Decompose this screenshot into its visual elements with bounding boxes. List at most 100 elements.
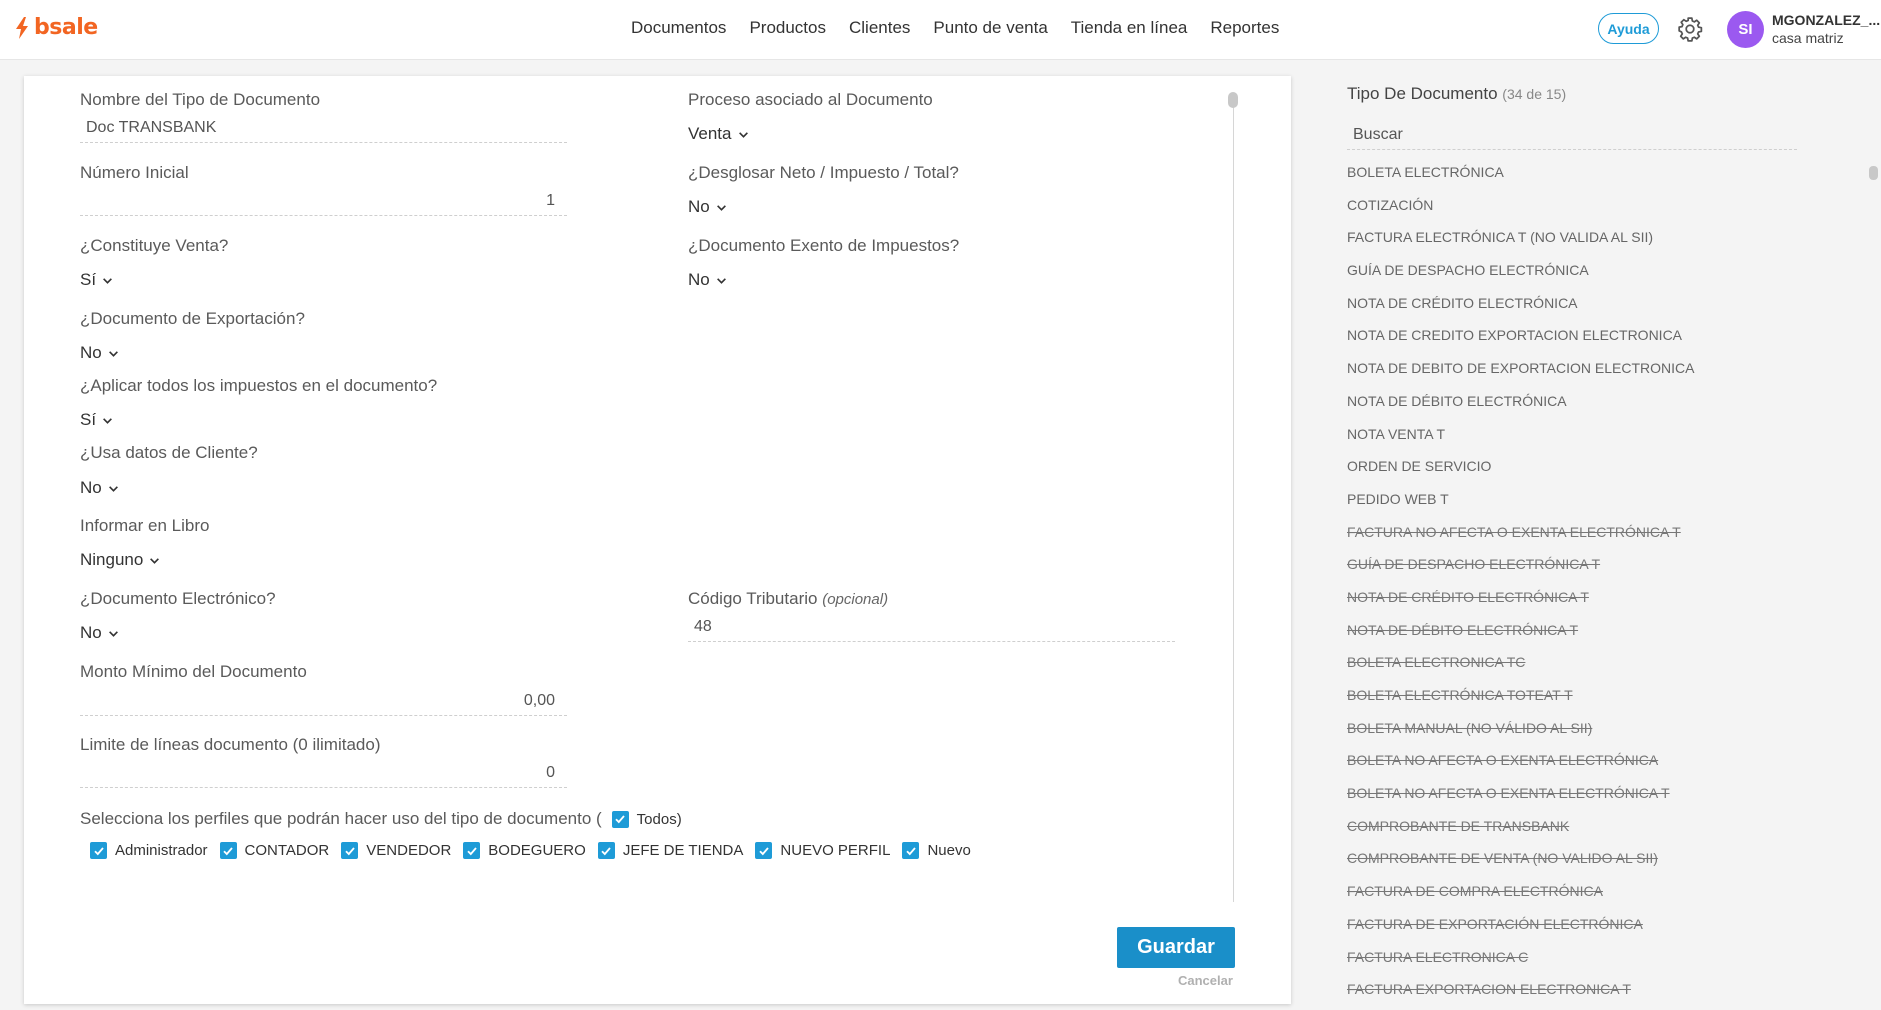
checkbox[interactable] (90, 842, 107, 859)
perfil-jefe-de-tienda[interactable]: JEFE DE TIENDA (597, 842, 743, 859)
list-item[interactable]: NOTA DE CREDITO EXPORTACION ELECTRONICA (1347, 325, 1694, 358)
chevron-down-icon (108, 350, 118, 357)
impuestos-select[interactable]: Sí (80, 410, 113, 430)
perfil-label: CONTADOR (244, 842, 330, 859)
list-item-inactive[interactable]: FACTURA DE COMPRA ELECTRÓNICA (1347, 881, 1694, 914)
exportacion-select[interactable]: No (80, 343, 119, 363)
document-type-form: Nombre del Tipo de Documento Doc TRANSBA… (24, 76, 1291, 1004)
list-item-inactive[interactable]: FACTURA NO AFECTA O EXENTA ELECTRÓNICA T (1347, 522, 1694, 555)
proceso-select[interactable]: Venta (688, 124, 749, 144)
user-branch: casa matriz (1772, 30, 1844, 46)
list-item-inactive[interactable]: NOTA DE DÉBITO ELECTRÓNICA T (1347, 620, 1694, 653)
sidebar-scrollbar-thumb[interactable] (1869, 166, 1878, 180)
avatar[interactable]: SI (1727, 11, 1764, 48)
nav-reportes[interactable]: Reportes (1210, 18, 1279, 38)
chevron-down-icon (738, 131, 748, 138)
codigo-tributario-label-text: Código Tributario (688, 589, 818, 608)
monto-minimo-input[interactable]: 0,00 (80, 686, 567, 716)
nav-clientes[interactable]: Clientes (849, 18, 910, 38)
exento-label: ¿Documento Exento de Impuestos? (688, 236, 960, 255)
document-type-list: BOLETA ELECTRÓNICA COTIZACIÓN FACTURA EL… (1347, 162, 1694, 1010)
list-item[interactable]: GUÍA DE DESPACHO ELECTRÓNICA (1347, 260, 1694, 293)
exportacion-label: ¿Documento de Exportación? (80, 309, 305, 328)
chevron-down-icon (103, 277, 112, 284)
list-item-inactive[interactable]: BOLETA ELECTRÓNICA TOTEAT T (1347, 685, 1694, 718)
list-item[interactable]: FACTURA ELECTRÓNICA T (NO VALIDA AL SII) (1347, 227, 1694, 260)
electronico-select[interactable]: No (80, 623, 119, 643)
form-scrollbar-track[interactable] (1233, 94, 1234, 902)
electronico-label: ¿Documento Electrónico? (80, 589, 276, 608)
cliente-label: ¿Usa datos de Cliente? (80, 443, 258, 462)
impuestos-value: Sí (80, 410, 97, 429)
list-item-inactive[interactable]: NOTA DE CRÉDITO ELECTRÓNICA T (1347, 587, 1694, 620)
list-item-inactive[interactable]: FACTURA DE EXPORTACIÓN ELECTRÓNICA (1347, 914, 1694, 947)
nav-documentos[interactable]: Documentos (631, 18, 726, 38)
perfil-nuevo[interactable]: Nuevo (902, 842, 971, 859)
help-button[interactable]: Ayuda (1598, 13, 1659, 44)
nav-productos[interactable]: Productos (749, 18, 826, 38)
list-item-inactive[interactable]: COMPROBANTE DE TRANSBANK (1347, 816, 1694, 849)
checkbox[interactable] (597, 842, 615, 859)
codigo-tributario-input[interactable]: 48 (688, 612, 1175, 642)
cancel-link[interactable]: Cancelar (1178, 973, 1233, 988)
list-item[interactable]: PEDIDO WEB T (1347, 489, 1694, 522)
checkbox[interactable] (755, 842, 773, 859)
list-item-inactive[interactable]: BOLETA NO AFECTA O EXENTA ELECTRÓNICA T (1347, 783, 1694, 816)
chevron-down-icon (716, 277, 726, 284)
list-item-inactive[interactable]: FACTURA ELECTRONICA C (1347, 947, 1694, 980)
chevron-down-icon (103, 417, 112, 424)
cliente-select[interactable]: No (80, 478, 119, 498)
checkbox[interactable] (463, 842, 481, 859)
perfil-label: Administrador (115, 842, 208, 859)
bsale-logo[interactable]: bsale (14, 15, 98, 40)
user-name[interactable]: MGONZALEZ_... (1772, 12, 1880, 28)
nombre-input[interactable]: Doc TRANSBANK (80, 113, 567, 143)
list-item-inactive[interactable]: FACTURA EXPORTACION ELECTRONICA T (1347, 979, 1694, 1010)
cliente-value: No (80, 478, 102, 497)
todos-label: Todos) (636, 810, 682, 828)
desglosar-label: ¿Desglosar Neto / Impuesto / Total? (688, 163, 959, 182)
gear-icon[interactable] (1677, 16, 1703, 42)
form-scrollbar-thumb[interactable] (1228, 92, 1238, 108)
list-item[interactable]: NOTA DE CRÉDITO ELECTRÓNICA (1347, 293, 1694, 326)
perfil-contador[interactable]: CONTADOR (219, 842, 330, 859)
perfil-vendedor[interactable]: VENDEDOR (341, 842, 451, 859)
impuestos-label: ¿Aplicar todos los impuestos en el docum… (80, 376, 438, 395)
save-button[interactable]: Guardar (1117, 927, 1235, 968)
list-item-inactive[interactable]: GUÍA DE DESPACHO ELECTRÓNICA T (1347, 554, 1694, 587)
list-item-inactive[interactable]: COMPROBANTE DE VENTA (NO VALIDO AL SII) (1347, 848, 1694, 881)
nav-tienda-en-linea[interactable]: Tienda en línea (1071, 18, 1188, 38)
perfil-administrador[interactable]: Administrador (90, 842, 208, 859)
list-item[interactable]: NOTA DE DÉBITO ELECTRÓNICA (1347, 391, 1694, 424)
list-item-inactive[interactable]: BOLETA MANUAL (NO VÁLIDO AL SII) (1347, 718, 1694, 751)
desglosar-select[interactable]: No (688, 197, 727, 217)
perfil-label: VENDEDOR (366, 842, 452, 859)
checkbox[interactable] (219, 842, 237, 859)
checkbox[interactable] (902, 842, 920, 859)
perfiles-row: Selecciona los perfiles que podrán hacer… (80, 809, 682, 829)
list-item-inactive[interactable]: BOLETA NO AFECTA O EXENTA ELECTRÓNICA (1347, 750, 1694, 783)
perfil-nuevo-perfil[interactable]: NUEVO PERFIL (755, 842, 890, 859)
list-item[interactable]: BOLETA ELECTRÓNICA (1347, 162, 1694, 195)
exento-select[interactable]: No (688, 270, 727, 290)
list-item[interactable]: NOTA DE DEBITO DE EXPORTACION ELECTRONIC… (1347, 358, 1694, 391)
constituye-venta-select[interactable]: Sí (80, 270, 113, 290)
check-icon (223, 846, 233, 855)
list-item[interactable]: ORDEN DE SERVICIO (1347, 456, 1694, 489)
checkbox[interactable] (341, 842, 359, 859)
libro-select[interactable]: Ninguno (80, 550, 160, 570)
perfiles-label: Selecciona los perfiles que podrán hacer… (80, 809, 602, 828)
sidebar-search-input[interactable]: Buscar (1347, 120, 1797, 150)
limite-lineas-input[interactable]: 0 (80, 758, 567, 788)
nav-punto-de-venta[interactable]: Punto de venta (933, 18, 1047, 38)
checkbox-todos[interactable] (611, 810, 629, 828)
top-navbar: bsale Documentos Productos Clientes Punt… (0, 0, 1881, 60)
list-item[interactable]: COTIZACIÓN (1347, 195, 1694, 228)
chevron-down-icon (108, 485, 118, 492)
perfil-label: BODEGUERO (488, 842, 586, 859)
list-item-inactive[interactable]: BOLETA ELECTRONICA TC (1347, 652, 1694, 685)
chevron-down-icon (716, 204, 726, 211)
perfil-bodeguero[interactable]: BODEGUERO (463, 842, 586, 859)
numero-inicial-input[interactable]: 1 (80, 186, 567, 216)
list-item[interactable]: NOTA VENTA T (1347, 424, 1694, 457)
